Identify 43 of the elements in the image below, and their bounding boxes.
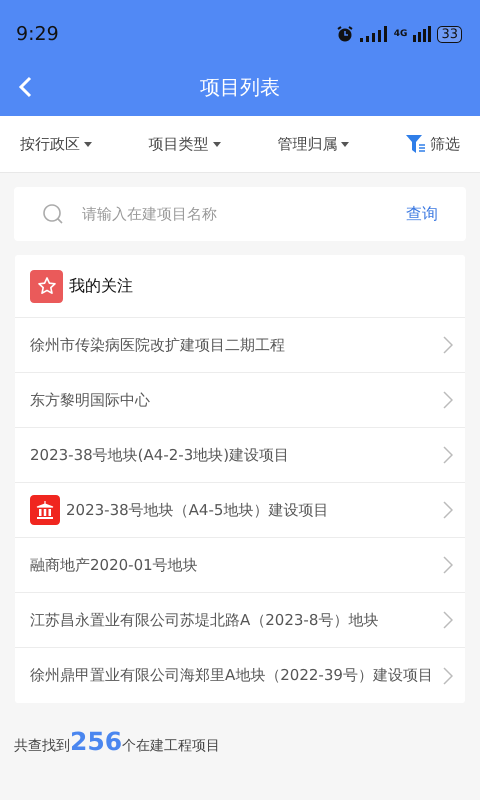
project-item[interactable]: 2023-38号地块(A4-2-3地块)建设项目 (15, 428, 465, 483)
filter-icon (406, 135, 426, 153)
favorites-title: 我的关注 (69, 276, 133, 296)
dropdown-filter[interactable]: 按行政区 (20, 134, 92, 154)
chevron-right-icon (443, 556, 453, 574)
status-time: 9:29 (16, 23, 59, 45)
search-field[interactable]: 请输入在建项目名称 查询 (14, 187, 466, 241)
battery-level: 33 (437, 26, 462, 42)
project-name: 融商地产2020-01号地块 (30, 554, 199, 576)
signal-icon (360, 26, 388, 42)
page-title: 项目列表 (200, 74, 280, 100)
alarm-icon (336, 25, 354, 43)
project-item[interactable]: 2023-38号地块（A4-5地块）建设项目 (15, 483, 465, 538)
project-name: 江苏昌永置业有限公司苏堤北路A（2023-8号）地块 (30, 610, 380, 631)
project-item[interactable]: 融商地产2020-01号地块 (15, 538, 465, 593)
project-item[interactable]: 东方黎明国际中心 (15, 373, 465, 428)
chevron-right-icon (443, 501, 453, 519)
query-button[interactable]: 查询 (406, 204, 438, 224)
project-name: 2023-38号地块(A4-2-3地块)建设项目 (30, 444, 290, 466)
network-type: 4G (394, 29, 408, 39)
dropdown-filter[interactable]: 管理归属 (277, 134, 350, 154)
caret-down-icon (341, 142, 350, 146)
filter-button[interactable]: 筛选 (406, 134, 460, 154)
signal-icon (413, 26, 432, 42)
search-icon (42, 203, 64, 225)
chevron-right-icon (443, 666, 453, 684)
chevron-left-icon (18, 76, 32, 98)
project-item[interactable]: 徐州鼎甲置业有限公司海郑里A地块（2022-39号）建设项目 (15, 648, 465, 703)
project-item[interactable]: 江苏昌永置业有限公司苏堤北路A（2023-8号）地块 (15, 593, 465, 648)
chevron-right-icon (443, 611, 453, 629)
caret-down-icon (212, 142, 221, 146)
project-name: 徐州市传染病医院改扩建项目二期工程 (30, 334, 286, 356)
chevron-right-icon (443, 391, 453, 409)
chevron-right-icon (443, 336, 453, 354)
project-name: 2023-38号地块（A4-5地块）建设项目 (66, 500, 330, 521)
dropdown-filter[interactable]: 项目类型 (148, 134, 221, 154)
building-icon (30, 495, 60, 525)
project-item[interactable]: 徐州市传染病医院改扩建项目二期工程 (15, 318, 465, 373)
caret-down-icon (84, 142, 92, 146)
project-name: 徐州鼎甲置业有限公司海郑里A地块（2022-39号）建设项目 (30, 665, 434, 686)
project-name: 东方黎明国际中心 (30, 390, 151, 411)
chevron-right-icon (443, 446, 453, 464)
result-count-text: 共查找到 256个在建工程项目 (14, 727, 220, 756)
